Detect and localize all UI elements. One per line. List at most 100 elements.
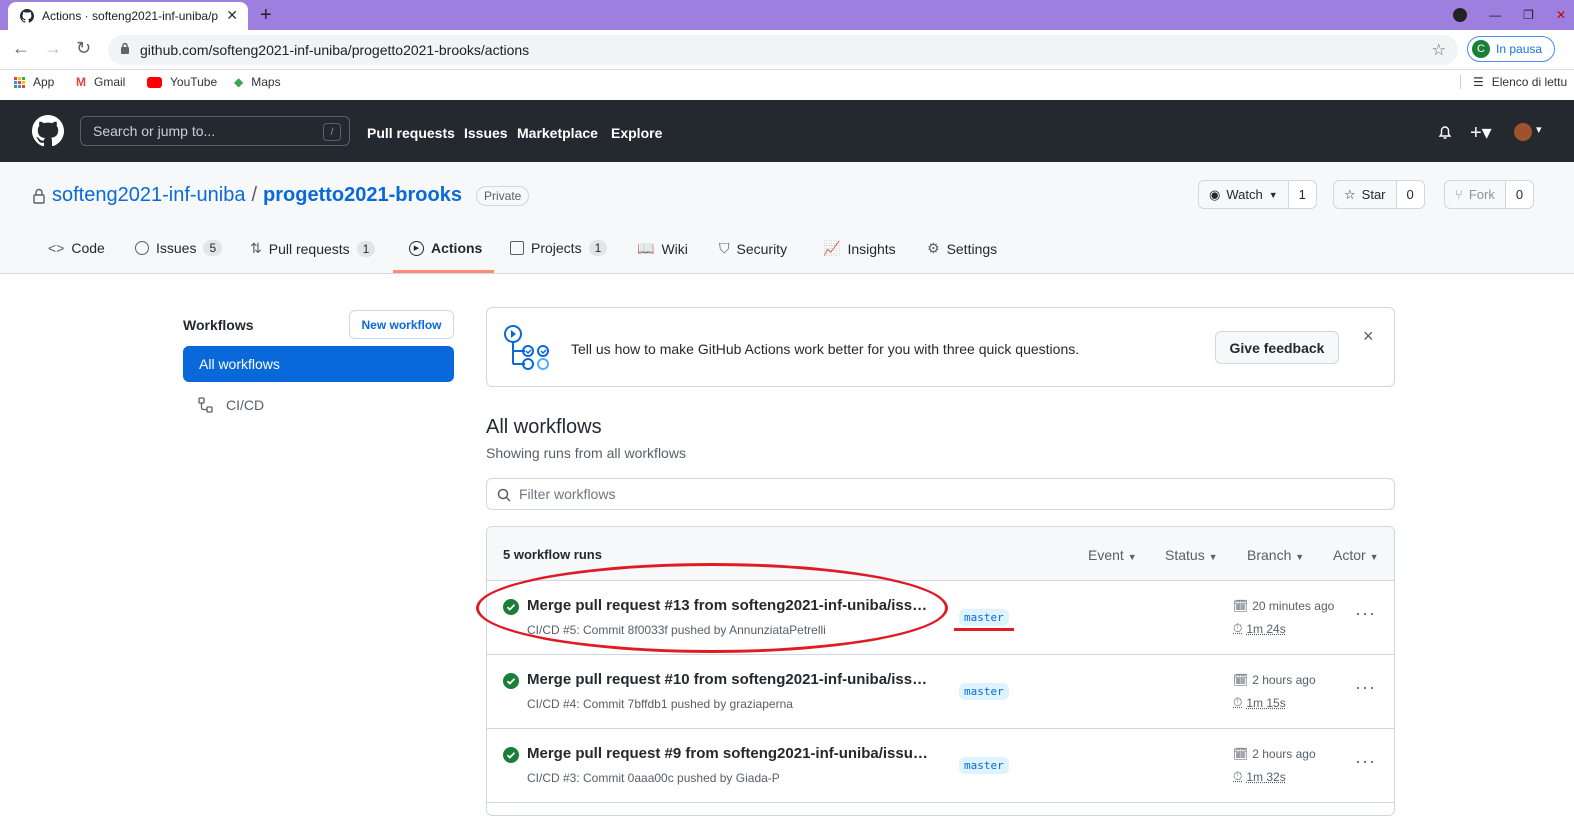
reading-list[interactable]: ☰ Elenco di lettu bbox=[1460, 75, 1567, 89]
tab-issues[interactable]: Issues 5 bbox=[135, 240, 223, 256]
bookmark-maps[interactable]: ◆ Maps bbox=[234, 75, 281, 89]
calendar-icon: 🗓 bbox=[1233, 747, 1249, 761]
reading-list-icon: ☰ bbox=[1473, 75, 1484, 89]
close-icon[interactable]: × bbox=[1363, 326, 1374, 347]
fork-count[interactable]: 0 bbox=[1505, 181, 1534, 208]
search-input[interactable]: Search or jump to... / bbox=[80, 116, 350, 146]
maps-icon: ◆ bbox=[234, 75, 244, 89]
table-row[interactable]: Merge pull request #10 from softeng2021-… bbox=[487, 655, 1394, 729]
bookmark-star-icon[interactable]: ☆ bbox=[1432, 40, 1446, 60]
bookmark-app[interactable]: App bbox=[14, 75, 54, 89]
tab-label: Actions bbox=[431, 240, 483, 256]
filter-label: Event bbox=[1088, 547, 1124, 563]
tab-code[interactable]: <> Code bbox=[48, 240, 105, 256]
nav-pull-requests[interactable]: Pull requests bbox=[367, 125, 455, 141]
watch-button[interactable]: ◉ Watch ▼ 1 bbox=[1198, 180, 1317, 209]
branch-badge[interactable]: master bbox=[959, 683, 1009, 700]
minimize-icon[interactable]: — bbox=[1489, 8, 1501, 22]
youtube-icon bbox=[147, 76, 162, 88]
window-controls: — ❐ ✕ bbox=[1453, 0, 1574, 30]
lock-icon bbox=[33, 188, 45, 204]
url-text: github.com/softeng2021-inf-uniba/progett… bbox=[140, 42, 530, 58]
give-feedback-button[interactable]: Give feedback bbox=[1215, 331, 1339, 364]
bookmark-label: Gmail bbox=[94, 75, 126, 89]
tab-search-icon[interactable] bbox=[1453, 8, 1468, 22]
success-check-icon bbox=[503, 747, 519, 763]
url-bar[interactable]: github.com/softeng2021-inf-uniba/progett… bbox=[108, 35, 1458, 65]
fork-button[interactable]: ⑂ Fork 0 bbox=[1444, 180, 1535, 209]
tab-insights[interactable]: 📈 Insights bbox=[823, 240, 896, 257]
repo-owner-link[interactable]: softeng2021-inf-uniba bbox=[52, 184, 245, 207]
runs-count: 5 workflow runs bbox=[503, 547, 602, 562]
more-options-icon[interactable]: ··· bbox=[1355, 751, 1376, 772]
watch-count[interactable]: 1 bbox=[1288, 181, 1316, 208]
restore-icon[interactable]: ❐ bbox=[1523, 8, 1534, 22]
table-row[interactable]: Merge pull request #13 from softeng2021-… bbox=[487, 581, 1394, 655]
user-avatar[interactable] bbox=[1514, 123, 1532, 141]
filter-status-dropdown[interactable]: Status ▼ bbox=[1165, 547, 1218, 563]
table-row[interactable]: Merge pull request #9 from softeng2021-i… bbox=[487, 729, 1394, 803]
tab-count: 1 bbox=[356, 240, 376, 257]
tab-label: Insights bbox=[847, 240, 896, 257]
browser-tab[interactable]: Actions · softeng2021-inf-uniba/p ✕ bbox=[8, 2, 248, 30]
forward-icon[interactable]: → bbox=[44, 38, 62, 59]
tab-security[interactable]: ⛉ Security bbox=[719, 240, 787, 257]
more-options-icon[interactable]: ··· bbox=[1355, 677, 1376, 698]
caret-icon: ▼ bbox=[1268, 189, 1278, 200]
tab-settings[interactable]: ⚙ Settings bbox=[927, 240, 997, 257]
bookmark-gmail[interactable]: M Gmail bbox=[76, 75, 125, 89]
graph-icon: 📈 bbox=[823, 240, 841, 256]
reload-icon[interactable]: ↻ bbox=[76, 38, 91, 59]
profile-button[interactable]: C In pausa bbox=[1467, 36, 1555, 62]
filter-actor-dropdown[interactable]: Actor ▼ bbox=[1333, 547, 1379, 563]
github-logo-icon[interactable] bbox=[32, 115, 64, 147]
bell-icon[interactable] bbox=[1437, 124, 1453, 140]
back-icon[interactable]: ← bbox=[12, 38, 30, 59]
tab-projects[interactable]: Projects 1 bbox=[510, 240, 608, 256]
branch-badge[interactable]: master bbox=[959, 609, 1009, 626]
run-time: 🗓 2 hours ago bbox=[1233, 673, 1316, 687]
repo-name-link[interactable]: progetto2021-brooks bbox=[263, 184, 462, 207]
run-title-link[interactable]: Merge pull request #9 from softeng2021-i… bbox=[527, 745, 928, 762]
duration-label: 1m 24s bbox=[1246, 621, 1286, 636]
nav-explore[interactable]: Explore bbox=[611, 125, 662, 141]
stopwatch-icon: ⏱ bbox=[1233, 769, 1243, 783]
star-button[interactable]: ☆ Star 0 bbox=[1333, 180, 1425, 209]
create-new-icon[interactable]: +▾ bbox=[1470, 120, 1492, 145]
sidebar-item-all-workflows[interactable]: All workflows bbox=[183, 346, 454, 382]
run-title-link[interactable]: Merge pull request #10 from softeng2021-… bbox=[527, 671, 927, 688]
run-meta: CI/CD #5: Commit 8f0033f pushed by Annun… bbox=[527, 623, 826, 637]
time-label: 2 hours ago bbox=[1252, 747, 1316, 761]
bookmark-youtube[interactable]: YouTube bbox=[147, 75, 217, 89]
nav-marketplace[interactable]: Marketplace bbox=[517, 125, 598, 141]
filter-workflows-input[interactable]: Filter workflows bbox=[486, 478, 1395, 510]
sidebar-title: Workflows bbox=[183, 317, 254, 333]
close-window-icon[interactable]: ✕ bbox=[1556, 8, 1566, 22]
new-tab-button[interactable]: + bbox=[260, 4, 272, 27]
filter-branch-dropdown[interactable]: Branch ▼ bbox=[1247, 547, 1304, 563]
nav-issues[interactable]: Issues bbox=[464, 125, 508, 141]
tab-actions[interactable]: ▶ Actions bbox=[409, 240, 482, 256]
run-time: 🗓 2 hours ago bbox=[1233, 747, 1316, 761]
caret-icon: ▼ bbox=[1208, 552, 1218, 562]
more-options-icon[interactable]: ··· bbox=[1355, 603, 1376, 624]
tab-wiki[interactable]: 📖 Wiki bbox=[637, 240, 688, 257]
shield-icon: ⛉ bbox=[719, 240, 730, 256]
new-workflow-button[interactable]: New workflow bbox=[349, 310, 454, 339]
run-title-link[interactable]: Merge pull request #13 from softeng2021-… bbox=[527, 597, 927, 614]
search-placeholder: Search or jump to... bbox=[93, 123, 216, 139]
pull-request-icon: ⇅ bbox=[250, 240, 262, 256]
user-menu-caret-icon[interactable]: ▾ bbox=[1536, 123, 1542, 136]
github-header: Search or jump to... / Pull requests Iss… bbox=[0, 100, 1574, 162]
sidebar-item-cicd[interactable]: CI/CD bbox=[198, 397, 264, 413]
repo-header: softeng2021-inf-uniba / progetto2021-bro… bbox=[0, 162, 1574, 274]
tab-pull-requests[interactable]: ⇅ Pull requests 1 bbox=[250, 240, 376, 257]
filter-event-dropdown[interactable]: Event ▼ bbox=[1088, 547, 1137, 563]
tab-label: Code bbox=[71, 240, 105, 256]
close-tab-icon[interactable]: ✕ bbox=[226, 7, 238, 24]
code-icon: <> bbox=[48, 240, 65, 256]
branch-badge[interactable]: master bbox=[959, 757, 1009, 774]
tab-label: Projects bbox=[531, 240, 582, 256]
repo-separator: / bbox=[251, 184, 258, 206]
star-count[interactable]: 0 bbox=[1396, 181, 1424, 208]
